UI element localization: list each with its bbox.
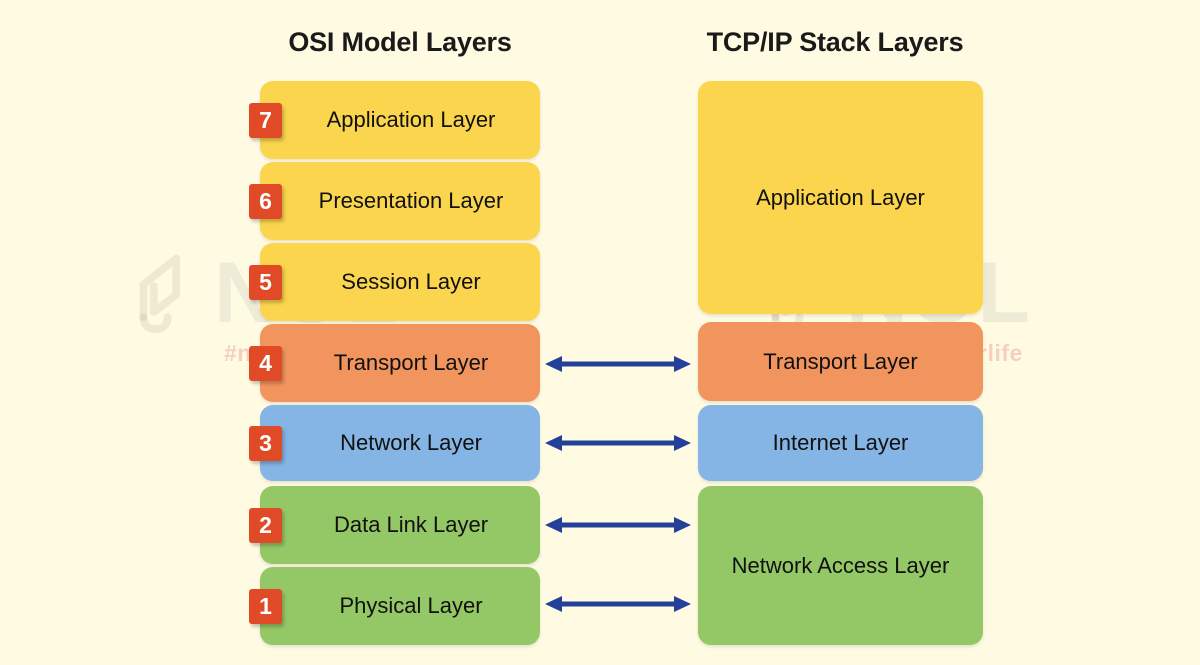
tcpip-layer-label: Internet Layer (772, 430, 909, 455)
physical-access-link (545, 592, 691, 616)
osi-layer-number-badge: 1 (249, 589, 282, 624)
osi-layer-number-badge: 2 (249, 508, 282, 543)
tcpip-layer-box[interactable]: Transport Layer (698, 322, 983, 401)
osi-layer-box[interactable]: Application Layer (260, 81, 540, 159)
osi-layer-box[interactable]: Network Layer (260, 405, 540, 481)
osi-layer-label: Presentation Layer (318, 188, 504, 213)
osi-column-title: OSI Model Layers (288, 27, 512, 57)
network-internet-link (545, 431, 691, 455)
double-arrow-icon (545, 596, 691, 612)
osi-layer-label: Transport Layer (333, 350, 489, 375)
tcpip-layer-label: Network Access Layer (731, 552, 950, 578)
osi-layer-label: Data Link Layer (333, 512, 489, 537)
osi-layer-box[interactable]: Presentation Layer (260, 162, 540, 240)
tcpip-layer-box[interactable]: Network Access Layer (698, 486, 983, 645)
osi-layer-box[interactable]: Data Link Layer (260, 486, 540, 564)
osi-layer-number-badge: 7 (249, 103, 282, 138)
tcpip-column-title: TCP/IP Stack Layers (706, 27, 964, 57)
osi-layer-box[interactable]: Session Layer (260, 243, 540, 321)
osi-layer-box[interactable]: Transport Layer (260, 324, 540, 402)
nsl-logo-icon (139, 254, 181, 333)
diagram-canvas: NSL #newserverlife NSL #newserverlife OS… (0, 0, 1200, 665)
double-arrow-icon (545, 435, 691, 451)
osi-layer-number-badge: 6 (249, 184, 282, 219)
osi-layer-label: Physical Layer (339, 593, 483, 618)
osi-layer-number-badge: 4 (249, 346, 282, 381)
osi-layer-label: Application Layer (326, 107, 496, 132)
datalink-access-link (545, 513, 691, 537)
tcpip-layer-label: Application Layer (756, 184, 925, 210)
tcpip-layer-box[interactable]: Internet Layer (698, 405, 983, 481)
osi-layer-label: Network Layer (340, 430, 482, 455)
tcpip-layer-box[interactable]: Application Layer (698, 81, 983, 314)
osi-layer-box[interactable]: Physical Layer (260, 567, 540, 645)
transport-link (545, 352, 691, 376)
double-arrow-icon (545, 517, 691, 533)
osi-layer-number-badge: 5 (249, 265, 282, 300)
osi-layer-label: Session Layer (341, 269, 481, 294)
double-arrow-icon (545, 356, 691, 372)
osi-layer-number-badge: 3 (249, 426, 282, 461)
tcpip-layer-label: Transport Layer (763, 348, 918, 374)
